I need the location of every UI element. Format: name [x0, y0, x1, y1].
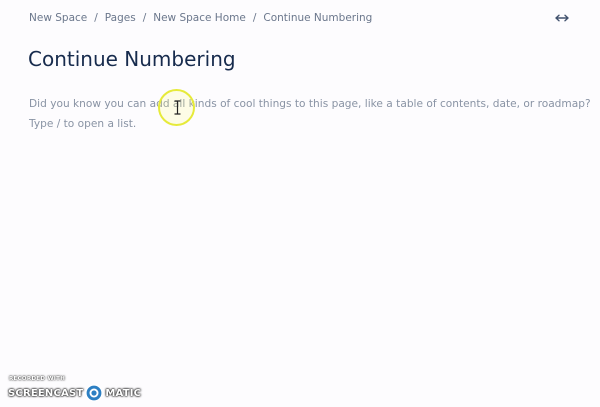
- breadcrumb: New Space / Pages / New Space Home / Con…: [29, 12, 372, 24]
- text-cursor-icon: [174, 100, 181, 115]
- placeholder-line-2: Type / to open a list.: [29, 118, 137, 130]
- breadcrumb-new-space[interactable]: New Space: [29, 12, 87, 24]
- breadcrumb-separator: /: [142, 12, 147, 24]
- breadcrumb-separator: /: [252, 12, 257, 24]
- editor-placeholder[interactable]: Did you know you can add all kinds of co…: [29, 94, 591, 134]
- breadcrumb-pages[interactable]: Pages: [105, 12, 136, 24]
- placeholder-line-1: Did you know you can add all kinds of co…: [29, 98, 591, 110]
- watermark-recorded-with: RECORDED WITH: [9, 376, 66, 382]
- watermark-screencast-text: SCREENCAST: [8, 387, 84, 399]
- watermark-matic-text: MATIC: [105, 387, 142, 399]
- breadcrumb-new-space-home[interactable]: New Space Home: [153, 12, 246, 24]
- page-title[interactable]: Continue Numbering: [28, 47, 236, 71]
- breadcrumb-current-page[interactable]: Continue Numbering: [263, 12, 372, 24]
- expand-width-button[interactable]: [552, 10, 572, 26]
- breadcrumb-separator: /: [94, 12, 98, 24]
- expand-horizontal-icon: [555, 14, 569, 22]
- screencast-watermark: RECORDED WITH SCREENCAST MATIC: [8, 376, 141, 404]
- screencast-o-matic-logo-icon: [85, 384, 103, 402]
